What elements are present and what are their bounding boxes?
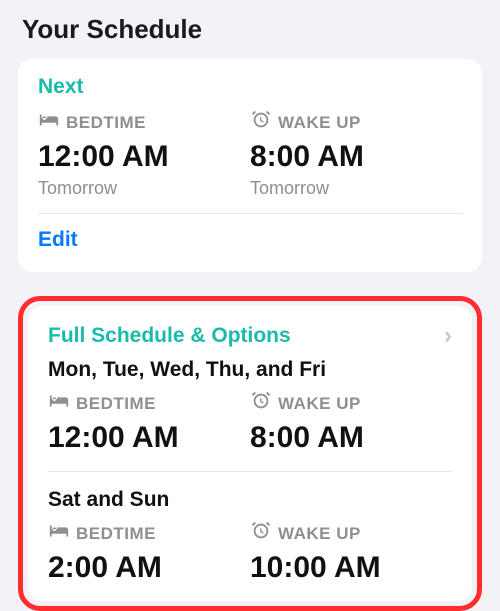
full-schedule-heading: Full Schedule & Options [48,324,291,348]
next-bedtime-label: BEDTIME [66,113,146,133]
next-wakeup-label: WAKE UP [278,113,361,133]
next-bedtime-col: BEDTIME 12:00 AM Tomorrow [38,109,250,199]
chevron-right-icon: › [444,322,452,350]
next-bedtime-time: 12:00 AM [38,140,250,174]
schedule-block-1: Sat and Sun BEDTIME 2:00 AM [48,488,452,585]
next-schedule-card: Next BEDTIME 12:00 AM Tomorrow WAKE UP 8… [18,59,482,272]
schedule-bedtime-col: BEDTIME 12:00 AM [48,390,250,455]
next-wakeup-day: Tomorrow [250,178,462,199]
schedule-bedtime-time: 2:00 AM [48,551,250,585]
next-wakeup-col: WAKE UP 8:00 AM Tomorrow [250,109,462,199]
page-title: Your Schedule [22,14,482,45]
schedule-bedtime-col: BEDTIME 2:00 AM [48,520,250,585]
highlight-box: Full Schedule & Options › Mon, Tue, Wed,… [18,296,482,611]
schedule-wakeup-time: 10:00 AM [250,551,452,585]
schedule-wakeup-time: 8:00 AM [250,421,452,455]
schedule-days: Mon, Tue, Wed, Thu, and Fri [48,358,452,382]
schedule-wakeup-col: WAKE UP 10:00 AM [250,520,452,585]
schedule-wakeup-col: WAKE UP 8:00 AM [250,390,452,455]
bed-icon [48,390,70,417]
full-schedule-card: Full Schedule & Options › Mon, Tue, Wed,… [28,306,472,601]
schedule-bedtime-label: BEDTIME [76,394,156,414]
schedule-days: Sat and Sun [48,488,452,512]
full-schedule-link[interactable]: Full Schedule & Options › [48,322,452,350]
divider [48,471,452,472]
schedule-block-0: Mon, Tue, Wed, Thu, and Fri BEDTIME 12:0… [48,358,452,455]
alarm-icon [250,520,272,547]
schedule-wakeup-label: WAKE UP [278,524,361,544]
next-wakeup-time: 8:00 AM [250,140,462,174]
next-bedtime-day: Tomorrow [38,178,250,199]
bed-icon [38,109,60,136]
alarm-icon [250,390,272,417]
schedule-wakeup-label: WAKE UP [278,394,361,414]
schedule-bedtime-time: 12:00 AM [48,421,250,455]
bed-icon [48,520,70,547]
next-heading: Next [38,75,462,99]
edit-button[interactable]: Edit [38,214,462,256]
alarm-icon [250,109,272,136]
schedule-bedtime-label: BEDTIME [76,524,156,544]
